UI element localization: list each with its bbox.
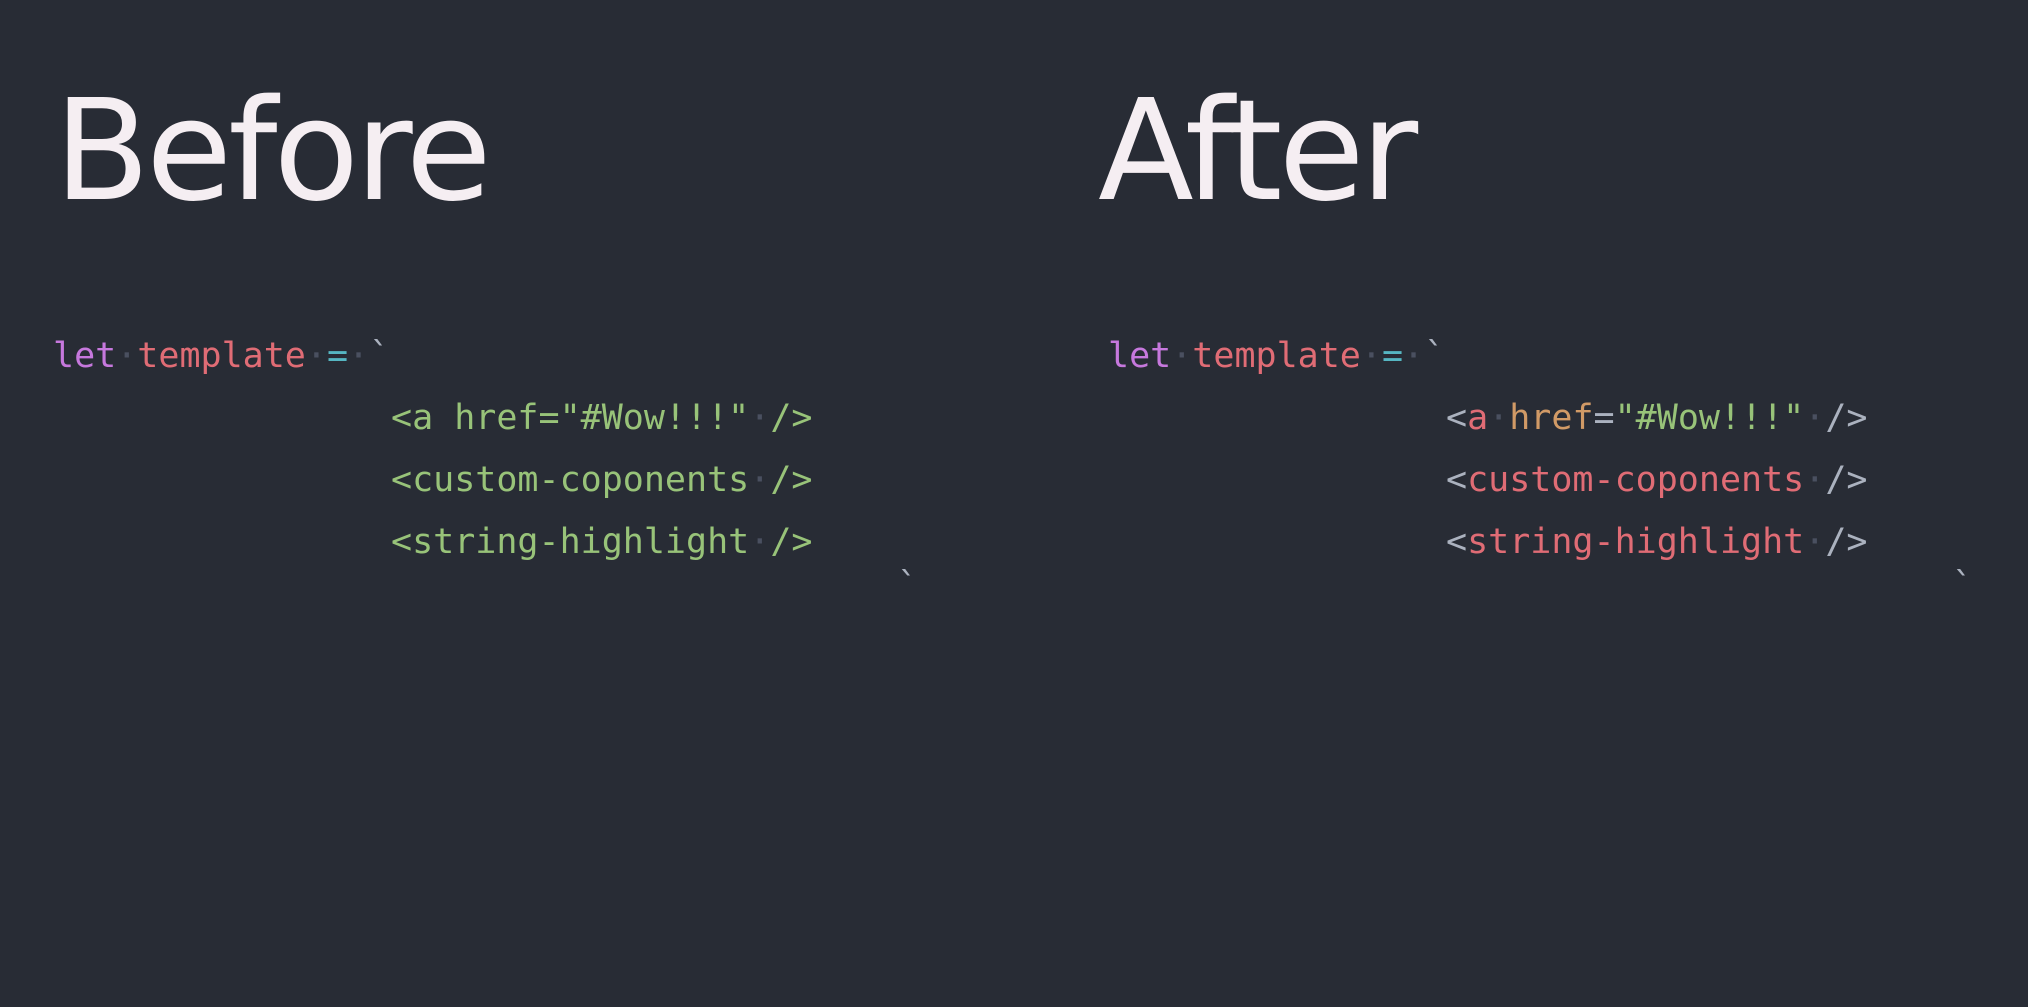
after-heading: After bbox=[1098, 70, 1418, 233]
code-line-1: let·template·=·` bbox=[1108, 336, 1446, 376]
after-code-block: let·template·=·` <a·href="#Wow!!!"·/> <c… bbox=[1108, 325, 1973, 1007]
code-line-5: ` bbox=[1952, 566, 1974, 606]
code-line-3: <custom-coponents·/> bbox=[1446, 460, 1868, 500]
code-line-4: <string-highlight·/> bbox=[1446, 522, 1868, 562]
code-line-2: <a·href="#Wow!!!"·/> bbox=[1446, 398, 1868, 438]
after-panel: After let·template·=·` <a·href="#Wow!!!"… bbox=[0, 0, 2028, 678]
